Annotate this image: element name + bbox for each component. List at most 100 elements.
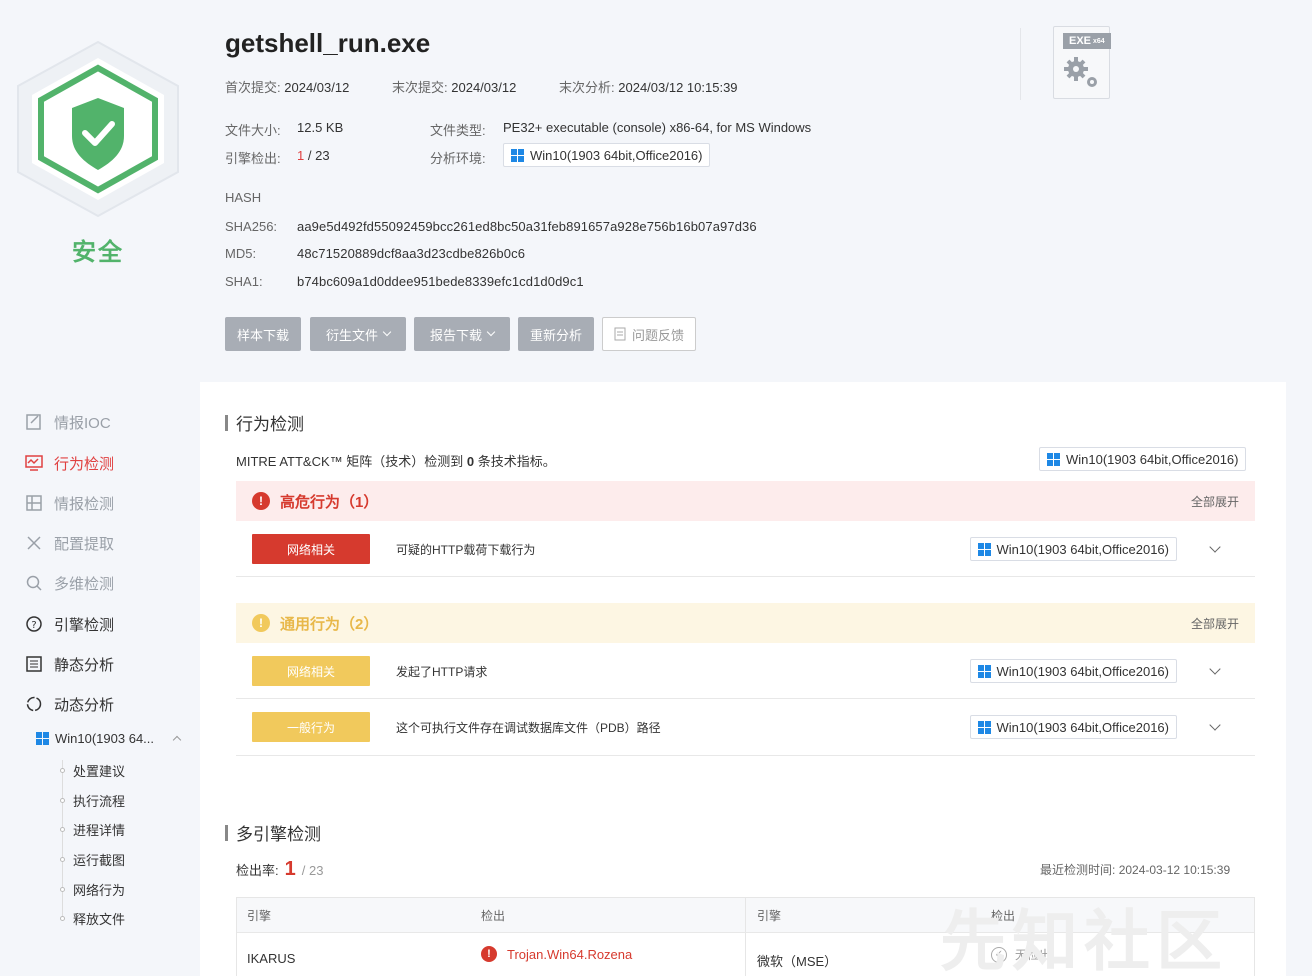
detect-result: ! Trojan.Win64.Rozena xyxy=(481,946,632,962)
mitre-summary: MITRE ATT&CK™ 矩阵（技术）检测到 0 条技术指标。 xyxy=(236,454,556,469)
sidebar-env-node[interactable]: Win10(1903 64... xyxy=(36,728,182,748)
chevron-down-icon[interactable] xyxy=(1209,541,1221,553)
analysis-env-tag[interactable]: Win10(1903 64bit,Office2016) xyxy=(503,143,711,167)
windows-icon xyxy=(36,731,49,745)
col-detect: 检出 xyxy=(481,909,506,923)
sha1-label: SHA1: xyxy=(225,274,263,289)
watermark: 先知社区 xyxy=(940,904,1228,976)
md5-value: 48c71520889dcf8aa3d23cdbe826b0c6 xyxy=(297,246,526,261)
grid-icon xyxy=(24,493,44,513)
md5-label: MD5: xyxy=(225,246,257,261)
expand-all-link[interactable]: 全部展开 xyxy=(1191,493,1239,510)
windows-icon xyxy=(511,148,524,162)
row-env-tag: Win10(1903 64bit,Office2016) xyxy=(969,715,1177,739)
sidebar-item-dynamic[interactable]: 动态分析 xyxy=(24,692,114,716)
file-size-value: 12.5 KB xyxy=(297,120,344,135)
list-icon xyxy=(24,654,44,674)
sha256-label: SHA256: xyxy=(225,219,278,234)
verdict-badge xyxy=(12,38,184,218)
column-divider xyxy=(745,898,746,976)
behavior-tag: 一般行为 xyxy=(252,712,370,742)
col-engine: 引擎 xyxy=(757,909,782,923)
sidebar-item-engine[interactable]: ? 引擎检测 xyxy=(24,612,114,636)
general-row[interactable]: 网络相关 发起了HTTP请求 Win10(1903 64bit,Office20… xyxy=(236,643,1255,699)
file-size-label: 文件大小: xyxy=(225,123,281,138)
exe-tag: EXE x64 xyxy=(1063,33,1111,49)
sha1-value: b74bc609a1d0ddee951bede8339efc1cd1d0d9c1 xyxy=(297,274,584,289)
first-submit: 首次提交: 2024/03/12 xyxy=(225,80,350,95)
behavior-env-tag[interactable]: Win10(1903 64bit,Office2016) xyxy=(1039,447,1247,471)
high-risk-header[interactable]: ! 高危行为（1） 全部展开 xyxy=(236,481,1255,521)
engine-hits-value: 1 / 23 xyxy=(297,148,330,163)
general-row[interactable]: 一般行为 这个可执行文件存在调试数据库文件（PDB）路径 Win10(1903 … xyxy=(236,699,1255,755)
analysis-env-label: 分析环境: xyxy=(430,151,486,166)
last-analysis: 末次分析: 2024/03/12 10:15:39 xyxy=(559,80,738,95)
report-download-button[interactable]: 报告下载 xyxy=(414,317,510,351)
row-env-tag: Win10(1903 64bit,Office2016) xyxy=(969,537,1177,561)
file-type-label: 文件类型: xyxy=(430,123,486,138)
windows-icon xyxy=(977,720,991,734)
detection-rate: 检出率: 1 / 23 xyxy=(236,858,324,880)
alert-icon: ! xyxy=(252,492,270,510)
tools-icon xyxy=(24,533,44,553)
last-detect-time: 最近检测时间: 2024-03-12 10:15:39 xyxy=(1040,863,1231,877)
general-header[interactable]: ! 通用行为（2） 全部展开 xyxy=(236,603,1255,643)
chevron-down-icon xyxy=(486,327,496,337)
sidebar-sub-network[interactable]: 网络行为 xyxy=(60,879,125,899)
refresh-icon xyxy=(24,694,44,714)
document-icon xyxy=(614,327,626,341)
behavior-desc: 这个可执行文件存在调试数据库文件（PDB）路径 xyxy=(396,720,661,735)
svg-text:?: ? xyxy=(31,620,36,631)
sha256-value: aa9e5d492fd55092459bcc261ed8bc50a31feb89… xyxy=(297,219,757,234)
sidebar-item-multidim[interactable]: 多维检测 xyxy=(24,571,114,595)
divider xyxy=(236,576,1255,577)
sidebar-sub-disposal[interactable]: 处置建议 xyxy=(60,760,125,780)
search-icon xyxy=(24,573,44,593)
windows-icon xyxy=(977,542,991,556)
sidebar-item-static[interactable]: 静态分析 xyxy=(24,652,114,676)
file-name: getshell_run.exe xyxy=(225,28,431,58)
windows-icon xyxy=(1047,452,1060,466)
chevron-down-icon[interactable] xyxy=(1209,663,1221,675)
behavior-tag: 网络相关 xyxy=(252,534,370,564)
sidebar-item-config[interactable]: 配置提取 xyxy=(24,531,114,555)
sidebar-sub-process[interactable]: 进程详情 xyxy=(60,819,125,839)
sidebar-sub-screenshot[interactable]: 运行截图 xyxy=(60,849,125,869)
sidebar-sub-flow[interactable]: 执行流程 xyxy=(60,790,125,810)
header-divider xyxy=(1020,28,1021,100)
behavior-section-title: 行为检测 xyxy=(225,410,304,435)
hash-title: HASH xyxy=(225,190,262,205)
chevron-down-icon xyxy=(382,327,392,337)
behavior-desc: 可疑的HTTP载荷下载行为 xyxy=(396,542,536,557)
chevron-up-icon xyxy=(172,735,182,745)
chevron-down-icon[interactable] xyxy=(1209,719,1221,731)
multi-engine-section-title: 多引擎检测 xyxy=(225,820,321,845)
alert-icon: ! xyxy=(481,946,497,962)
sample-download-button[interactable]: 样本下载 xyxy=(225,317,301,351)
behavior-desc: 发起了HTTP请求 xyxy=(396,664,488,679)
question-circle-icon: ? xyxy=(24,614,44,634)
expand-all-link[interactable]: 全部展开 xyxy=(1191,615,1239,632)
row-env-tag: Win10(1903 64bit,Office2016) xyxy=(969,659,1177,683)
sidebar-sub-dropped[interactable]: 释放文件 xyxy=(60,908,125,928)
shield-check-icon xyxy=(17,40,179,218)
verdict-label: 安全 xyxy=(72,239,124,266)
windows-icon xyxy=(977,664,991,678)
edit-icon xyxy=(24,412,44,432)
file-type-value: PE32+ executable (console) x86-64, for M… xyxy=(503,120,812,135)
sidebar-item-intel[interactable]: 情报检测 xyxy=(24,491,114,515)
monitor-icon xyxy=(24,453,44,473)
last-submit: 末次提交: 2024/03/12 xyxy=(392,80,517,95)
warning-icon: ! xyxy=(252,614,270,632)
reanalyze-button[interactable]: 重新分析 xyxy=(518,317,594,351)
engine-hits-label: 引擎检出: xyxy=(225,151,281,166)
behavior-tag: 网络相关 xyxy=(252,656,370,686)
derived-files-button[interactable]: 衍生文件 xyxy=(310,317,406,351)
engine-name: IKARUS xyxy=(247,951,296,966)
engine-name: 微软（MSE） xyxy=(757,954,838,969)
sidebar-item-behavior[interactable]: 行为检测 xyxy=(24,451,114,475)
sidebar-item-ioc[interactable]: 情报IOC xyxy=(24,410,111,434)
high-risk-row[interactable]: 网络相关 可疑的HTTP载荷下载行为 Win10(1903 64bit,Offi… xyxy=(236,521,1255,577)
col-engine: 引擎 xyxy=(247,909,272,923)
feedback-button[interactable]: 问题反馈 xyxy=(602,317,696,351)
